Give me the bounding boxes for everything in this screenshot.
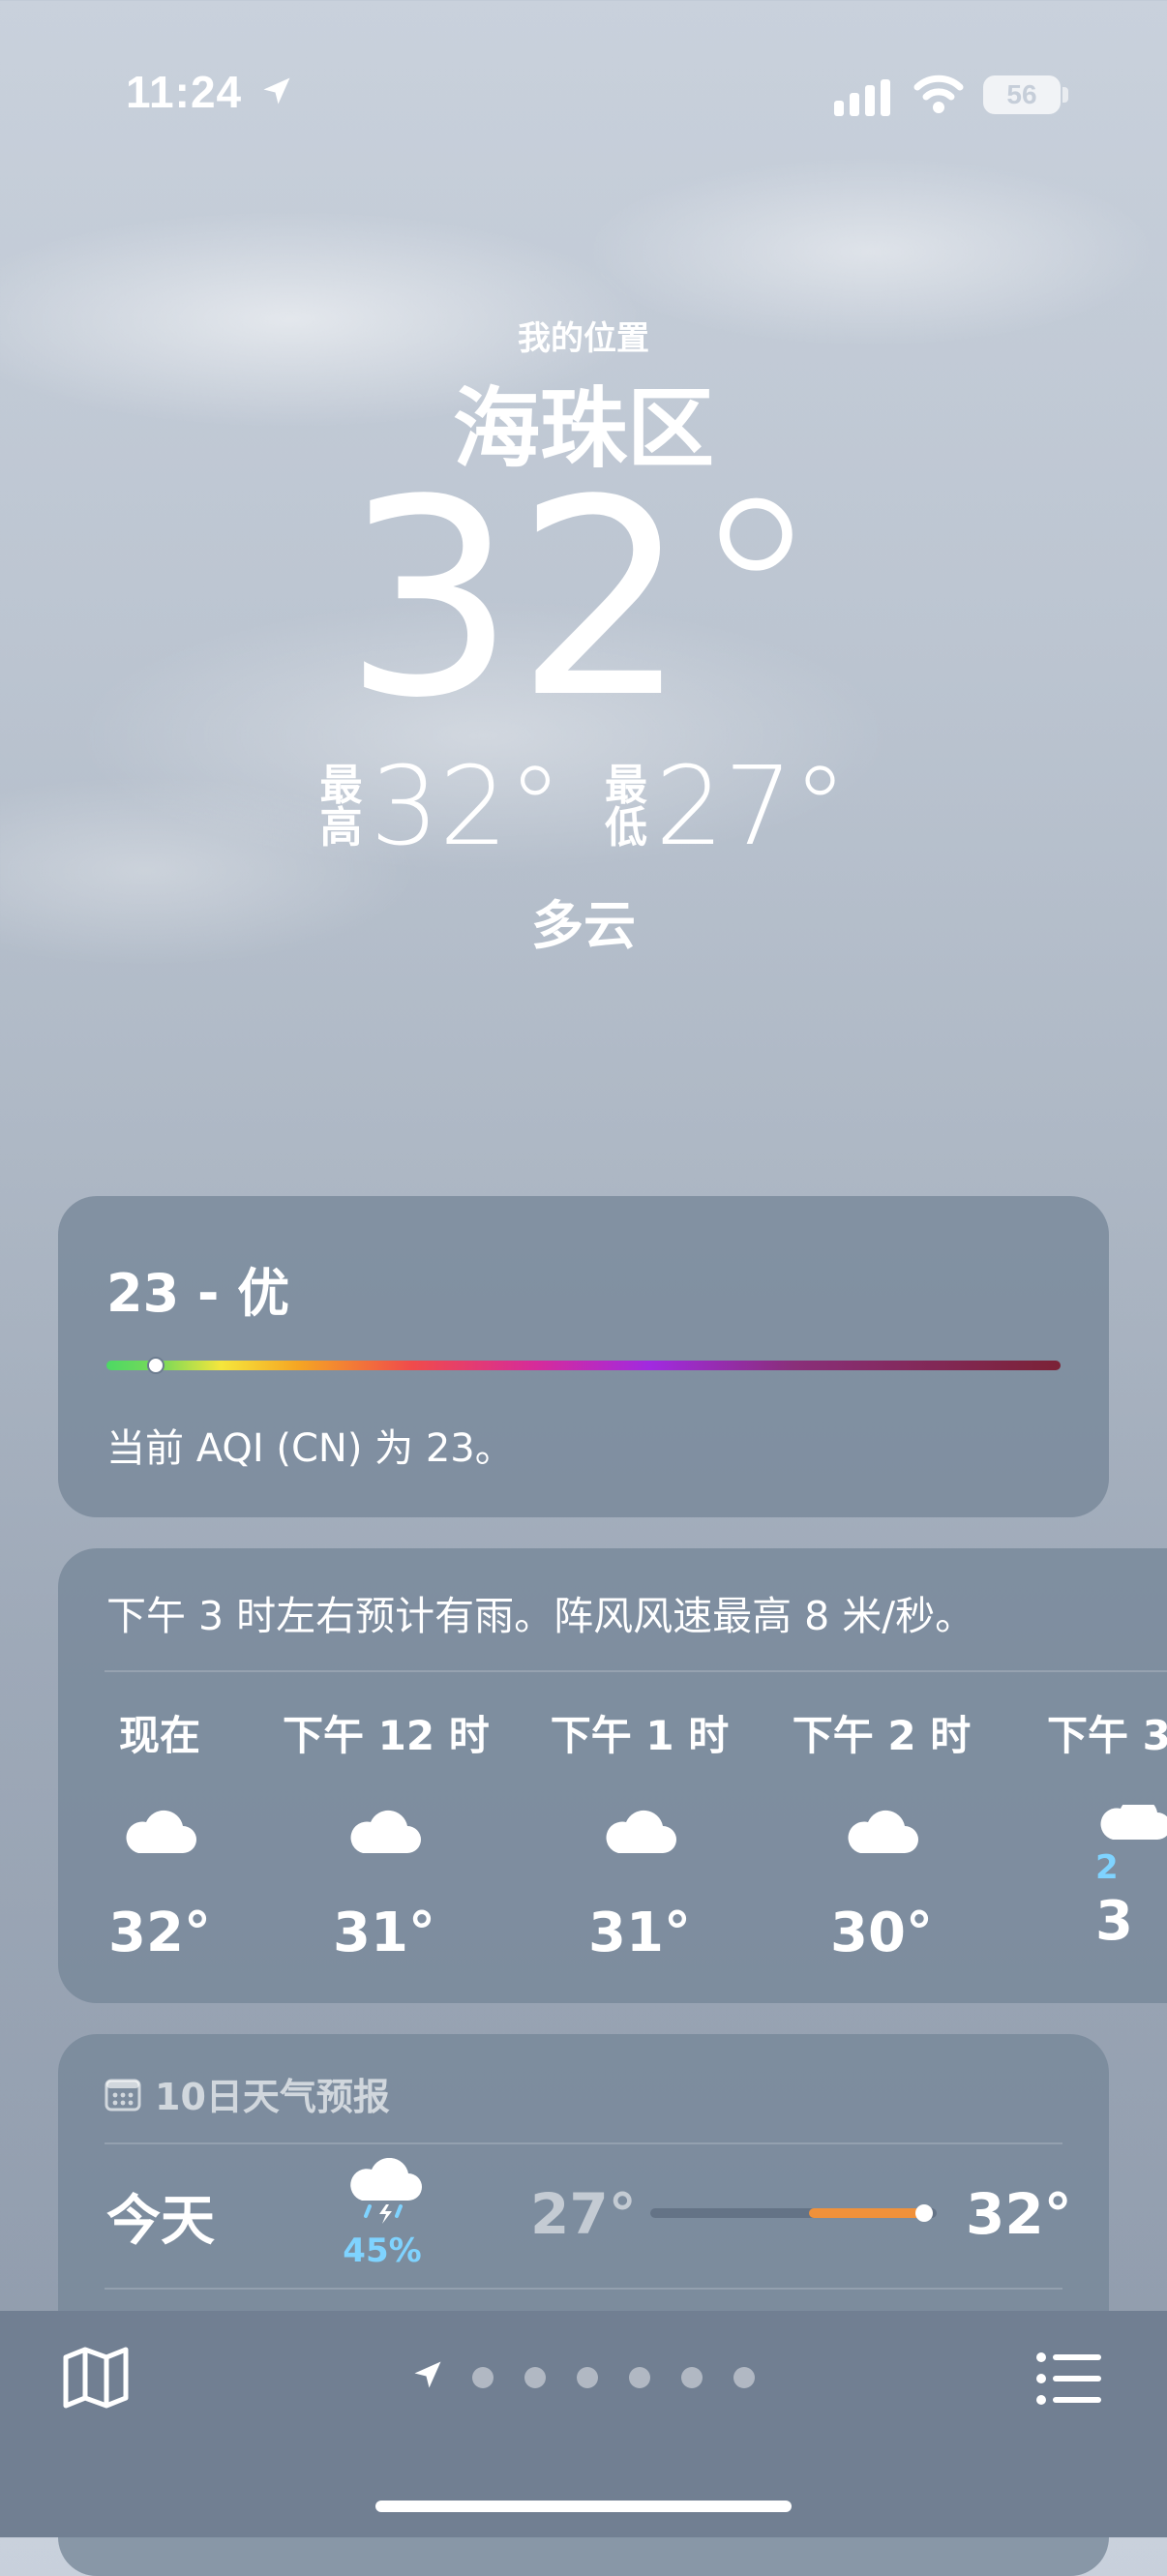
aqi-indicator-dot <box>147 1357 165 1374</box>
low-label: 最低 <box>605 761 647 853</box>
hour-label: 下午 2 时 <box>792 1712 972 1759</box>
hour-temp: 31° <box>333 1902 435 1964</box>
page-dot[interactable] <box>524 2367 546 2388</box>
aqi-card[interactable]: 23 - 优 当前 AQI (CN) 为 23。 <box>58 1196 1109 1517</box>
current-temp-value: 32 <box>343 442 689 758</box>
page-dot[interactable] <box>577 2367 598 2388</box>
high-label: 最高 <box>319 761 363 853</box>
hour-label: 下午 3 时 <box>1047 1712 1167 1759</box>
hourly-forecast-card[interactable]: 下午 3 时左右预计有雨。阵风风速最高 8 米/秒。 现在 32° 下午 12 … <box>58 1548 1167 2003</box>
current-temp-dot <box>915 2204 933 2222</box>
map-icon[interactable] <box>62 2346 130 2410</box>
page-dot[interactable] <box>629 2367 650 2388</box>
hour-temp: 3 <box>1095 1890 1133 1953</box>
temp-range-fill <box>809 2208 923 2218</box>
hour-label: 下午 1 时 <box>550 1712 730 1759</box>
cloud-icon <box>350 1810 421 1853</box>
day-low: 27° <box>530 2181 637 2247</box>
hour-temp: 32° <box>108 1902 211 1964</box>
hour-precip: 2 <box>1095 1848 1119 1887</box>
cellular-signal-icon <box>834 79 890 116</box>
daily-header: 10日天气预报 <box>105 2067 390 2120</box>
hour-item: 现在 32° <box>58 1703 261 1964</box>
high-low-row: 最高 32° 最低 27° <box>0 753 1167 861</box>
location-label: 我的位置 <box>518 319 649 358</box>
rain-cloud-icon <box>1100 1805 1167 1840</box>
daily-divider <box>105 2288 1062 2290</box>
condition-text: 多云 <box>531 895 636 956</box>
wifi-icon <box>913 75 964 113</box>
hourly-divider <box>105 1670 1167 1672</box>
hour-temp: 30° <box>830 1902 933 1964</box>
thunderstorm-icon <box>350 2158 422 2224</box>
day-high: 32° <box>966 2181 1072 2247</box>
location-page-icon[interactable] <box>410 2357 445 2392</box>
page-dot[interactable] <box>681 2367 703 2388</box>
daily-header-label: 10日天气预报 <box>155 2076 390 2118</box>
battery-indicator: 56 <box>983 75 1061 114</box>
high-group: 最高 32° <box>319 753 562 861</box>
hourly-summary: 下午 3 时左右预计有雨。阵风风速最高 8 米/秒。 <box>106 1593 975 1639</box>
status-time: 11:24 <box>126 67 243 117</box>
calendar-icon <box>105 2079 141 2111</box>
current-temperature: 32° <box>343 442 824 758</box>
daily-divider <box>105 2142 1062 2144</box>
day-name: 今天 <box>106 2190 215 2253</box>
hour-label: 下午 12 时 <box>283 1712 490 1759</box>
aqi-scale-bar <box>106 1361 1061 1370</box>
hour-item: 下午 2 时 30° <box>780 1703 983 1964</box>
page-dot[interactable] <box>733 2367 755 2388</box>
high-temp: 32° <box>370 744 562 870</box>
location-arrow-icon <box>263 77 290 105</box>
day-precip: 45% <box>343 2232 422 2270</box>
hour-item: 下午 12 时 31° <box>283 1703 490 1964</box>
hour-item: 下午 1 时 31° <box>538 1703 741 1964</box>
hour-item: 下午 3 时 2 3 <box>1028 1703 1167 1953</box>
cloud-icon <box>126 1810 196 1853</box>
cloud-icon <box>848 1810 918 1853</box>
page-dot[interactable] <box>472 2367 494 2388</box>
aqi-description: 当前 AQI (CN) 为 23。 <box>106 1426 514 1471</box>
aqi-value: 23 - 优 <box>106 1263 290 1324</box>
low-temp: 27° <box>655 744 848 870</box>
hour-temp: 31° <box>588 1902 691 1964</box>
battery-cap <box>1062 87 1068 103</box>
cloud-icon <box>606 1810 676 1853</box>
list-icon[interactable] <box>1035 2350 1103 2408</box>
home-indicator[interactable] <box>375 2501 792 2512</box>
hour-label: 现在 <box>118 1712 200 1759</box>
low-group: 最低 27° <box>605 753 848 861</box>
